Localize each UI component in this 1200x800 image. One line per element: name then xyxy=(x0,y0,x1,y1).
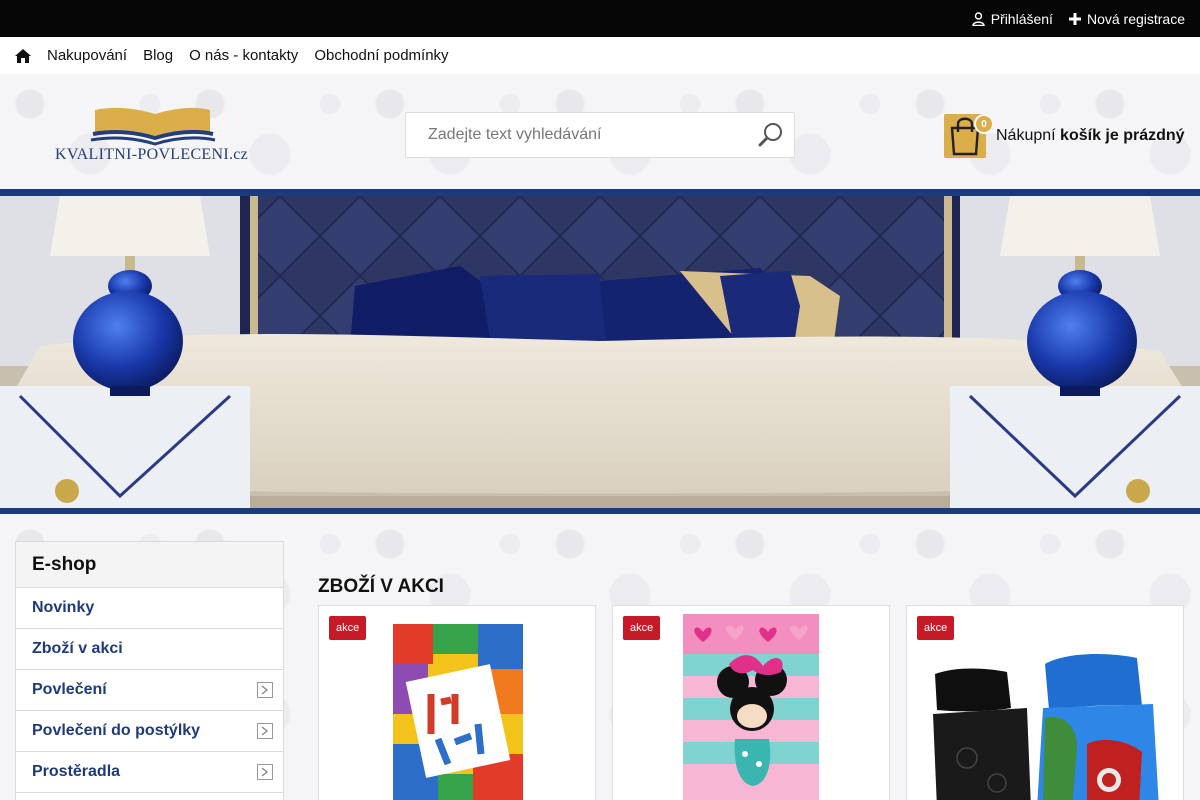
product-card[interactable]: akce xyxy=(906,605,1184,800)
sidebar-item-crib-bedding[interactable]: Povlečení do postýlky xyxy=(16,711,283,752)
product-card[interactable]: akce xyxy=(612,605,890,800)
sidebar-item-povleceni[interactable]: Povlečení xyxy=(16,670,283,711)
cart-count-badge: 0 xyxy=(974,114,994,134)
home-icon[interactable] xyxy=(15,48,31,63)
product-image-minnie-towel xyxy=(683,614,819,800)
register-label: Nová registrace xyxy=(1086,10,1185,27)
expand-arrow-icon[interactable] xyxy=(257,723,273,739)
expand-arrow-icon[interactable] xyxy=(257,764,273,780)
login-label: Přihlášení xyxy=(990,10,1053,27)
shopping-bag-icon: 0 xyxy=(944,114,994,158)
nav-item-about[interactable]: O nás - kontakty xyxy=(189,47,298,64)
product-image-lego-towel xyxy=(393,624,523,800)
cart-widget[interactable]: 0 Nákupní košík je prázdný xyxy=(944,114,1185,158)
search-box xyxy=(405,112,795,158)
sale-badge: akce xyxy=(917,616,955,640)
banner-top-border xyxy=(0,189,1200,196)
logo-book-icon xyxy=(90,107,216,146)
sale-badge: akce xyxy=(329,616,367,640)
user-icon xyxy=(971,11,985,26)
sidebar-title: E-shop xyxy=(16,542,283,588)
nav-item-blog[interactable]: Blog xyxy=(143,47,173,64)
site-logo[interactable]: KVALITNI-POVLECENI.cz xyxy=(55,104,255,166)
sidebar-item-label: Zboží v akci xyxy=(32,640,123,657)
product-card[interactable]: akce xyxy=(318,605,596,800)
sidebar-item-label: Povlečení xyxy=(32,681,107,698)
sidebar-item-label: Povlečení do postýlky xyxy=(32,722,201,739)
search-input[interactable] xyxy=(406,113,746,157)
bedroom-image xyxy=(0,196,1200,508)
sidebar-item-next xyxy=(16,793,283,800)
expand-arrow-icon[interactable] xyxy=(257,682,273,698)
sidebar-item-label: Novinky xyxy=(32,599,95,616)
sidebar-item-label: Prostěradla xyxy=(32,763,121,780)
main-nav: Nakupování Blog O nás - kontakty Obchodn… xyxy=(0,37,1200,74)
section-title: ZBOŽÍ V AKCI xyxy=(318,576,444,597)
cart-text: Nákupní košík je prázdný xyxy=(996,127,1185,145)
category-sidebar: E-shop Novinky Zboží v akci Povlečení Po… xyxy=(15,541,284,800)
hero-banner[interactable] xyxy=(0,196,1200,508)
site-header: KVALITNI-POVLECENI.cz 0 Nákupní košík je… xyxy=(0,74,1200,190)
plus-icon xyxy=(1068,12,1081,25)
sidebar-item-sale[interactable]: Zboží v akci xyxy=(16,629,283,670)
nav-item-shopping[interactable]: Nakupování xyxy=(47,47,127,64)
register-link[interactable]: Nová registrace xyxy=(1068,10,1185,27)
logo-text: KVALITNI-POVLECENI.cz xyxy=(55,146,249,163)
sidebar-item-sheets[interactable]: Prostěradla xyxy=(16,752,283,793)
sidebar-item-novinky[interactable]: Novinky xyxy=(16,588,283,629)
top-bar: Přihlášení Nová registrace xyxy=(0,0,1200,37)
product-image-avengers-bedding xyxy=(933,654,1159,800)
search-icon[interactable] xyxy=(758,122,784,148)
cart-label: Nákupní xyxy=(996,127,1056,144)
cart-status: košík je prázdný xyxy=(1060,127,1185,144)
login-link[interactable]: Přihlášení xyxy=(971,10,1053,27)
sale-badge: akce xyxy=(623,616,661,640)
nav-item-terms[interactable]: Obchodní podmínky xyxy=(314,47,448,64)
